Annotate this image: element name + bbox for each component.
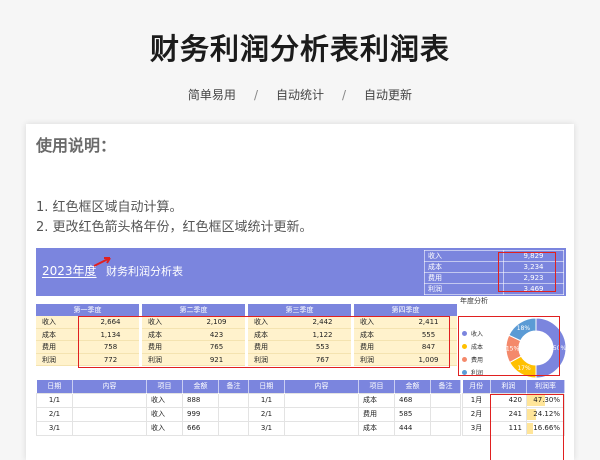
column-header: 日期 bbox=[36, 380, 73, 393]
income-table: 日期 内容 项目 金额 备注 1/1 收入 888 2/1 收入 999 3/1 收入 66… bbox=[36, 380, 249, 436]
column-header: 金额 bbox=[182, 380, 219, 393]
quarter-label: 成本 bbox=[42, 330, 56, 339]
red-highlight-frame bbox=[458, 316, 560, 376]
table-cell[interactable] bbox=[72, 392, 147, 408]
column-header: 备注 bbox=[218, 380, 249, 393]
tagline-auto-stats: 自动统计 bbox=[275, 88, 324, 102]
spreadsheet-preview: 使用说明： 1. 红色框区域自动计算。 2. 更改红色箭头格年份，红色框区域统计… bbox=[26, 124, 574, 460]
table-cell[interactable]: 收入 bbox=[146, 392, 183, 408]
column-header: 月份 bbox=[462, 380, 491, 393]
table-cell[interactable]: 2/1 bbox=[36, 406, 73, 422]
page-title: 财务利润分析表利润表 bbox=[149, 32, 450, 66]
quarter-label: 费用 bbox=[42, 343, 56, 351]
tagline-separator: / bbox=[342, 88, 347, 102]
table-cell[interactable]: 费用 bbox=[358, 406, 395, 422]
rate-value: 24.12% bbox=[533, 410, 560, 418]
table-cell[interactable]: 成本 bbox=[358, 392, 395, 408]
summary-label: 费用 bbox=[424, 272, 504, 284]
table-header-row: 月份 利润 利润率 bbox=[462, 380, 565, 393]
table-cell[interactable]: 收入 bbox=[146, 420, 183, 436]
quarter-header: 第三季度 bbox=[248, 304, 351, 316]
quarter-header: 第一季度 bbox=[36, 304, 139, 316]
table-cell[interactable]: 666 bbox=[182, 420, 219, 436]
table-cell[interactable] bbox=[430, 392, 461, 408]
table-cell[interactable]: 2/1 bbox=[248, 406, 285, 422]
table-cell[interactable] bbox=[284, 392, 359, 408]
table-cell: 1月 bbox=[462, 392, 491, 408]
table-cell[interactable] bbox=[218, 406, 249, 422]
table-cell[interactable]: 999 bbox=[182, 406, 219, 422]
summary-label: 收入 bbox=[424, 250, 504, 262]
table-row: 2/1 收入 999 bbox=[36, 406, 249, 422]
table-cell[interactable]: 1/1 bbox=[36, 392, 73, 408]
banner-title: 财务利润分析表 bbox=[106, 265, 183, 278]
quarter-header: 第四季度 bbox=[354, 304, 457, 316]
table-cell[interactable]: 成本 bbox=[358, 420, 395, 436]
table-header-row: 日期 内容 项目 金额 备注 bbox=[36, 380, 249, 393]
column-header: 项目 bbox=[146, 380, 183, 393]
table-cell[interactable] bbox=[218, 420, 249, 436]
instruction-line-1: 1. 红色框区域自动计算。 bbox=[36, 200, 183, 215]
summary-label: 成本 bbox=[424, 261, 504, 273]
quarter-label: 利润 bbox=[42, 355, 56, 364]
rate-value: 47.30% bbox=[533, 396, 560, 404]
table-cell[interactable]: 585 bbox=[394, 406, 431, 422]
quarter-label: 收入 bbox=[42, 318, 56, 326]
table-row: 3/1 收入 666 bbox=[36, 420, 249, 436]
table-row: 3/1 成本 444 bbox=[248, 420, 461, 436]
tagline-easy: 简单易用 bbox=[187, 88, 236, 102]
red-highlight-frame bbox=[498, 252, 556, 292]
table-cell: 3月 bbox=[462, 420, 491, 436]
table-cell[interactable]: 468 bbox=[394, 392, 431, 408]
table-row: 1/1 成本 468 bbox=[248, 392, 461, 408]
table-cell[interactable] bbox=[430, 406, 461, 422]
table-cell[interactable] bbox=[430, 420, 461, 436]
table-cell[interactable] bbox=[284, 406, 359, 422]
table-cell[interactable]: 3/1 bbox=[248, 420, 285, 436]
table-cell[interactable]: 收入 bbox=[146, 406, 183, 422]
column-header: 内容 bbox=[72, 380, 147, 393]
table-cell[interactable] bbox=[284, 420, 359, 436]
instructions-title: 使用说明： bbox=[36, 136, 117, 155]
report-banner: 2023年度 财务利润分析表 收入 9,829 成本 3,234 费用 2,923 利… bbox=[36, 248, 566, 296]
column-header: 利润率 bbox=[526, 380, 565, 393]
cost-table: 日期 内容 项目 金额 备注 1/1 成本 468 2/1 费用 585 3/1 成本 44… bbox=[248, 380, 461, 436]
table-cell[interactable]: 1/1 bbox=[248, 392, 285, 408]
table-row: 2/1 费用 585 bbox=[248, 406, 461, 422]
column-header: 金额 bbox=[394, 380, 431, 393]
tagline: 简单易用 / 自动统计 / 自动更新 bbox=[0, 86, 600, 103]
table-cell: 2月 bbox=[462, 406, 491, 422]
table-header-row: 日期 内容 项目 金额 备注 bbox=[248, 380, 461, 393]
table-cell[interactable]: 444 bbox=[394, 420, 431, 436]
table-cell[interactable] bbox=[72, 406, 147, 422]
column-header: 项目 bbox=[358, 380, 395, 393]
table-cell[interactable] bbox=[72, 420, 147, 436]
instruction-line-2: 2. 更改红色箭头格年份，红色框区域统计更新。 bbox=[36, 220, 313, 235]
table-cell[interactable]: 888 bbox=[182, 392, 219, 408]
summary-label: 利润 bbox=[424, 283, 504, 295]
table-row: 1/1 收入 888 bbox=[36, 392, 249, 408]
column-header: 备注 bbox=[430, 380, 461, 393]
red-highlight-frame bbox=[78, 316, 450, 368]
column-header: 日期 bbox=[248, 380, 285, 393]
year-cell[interactable]: 2023年度 bbox=[42, 262, 97, 279]
column-header: 利润 bbox=[490, 380, 527, 393]
table-cell[interactable]: 3/1 bbox=[36, 420, 73, 436]
column-header: 内容 bbox=[284, 380, 359, 393]
tagline-separator: / bbox=[253, 88, 258, 102]
tagline-auto-update: 自动更新 bbox=[364, 88, 413, 102]
quarter-header: 第二季度 bbox=[142, 304, 245, 316]
rate-value: 16.66% bbox=[533, 424, 560, 432]
table-cell[interactable] bbox=[218, 392, 249, 408]
